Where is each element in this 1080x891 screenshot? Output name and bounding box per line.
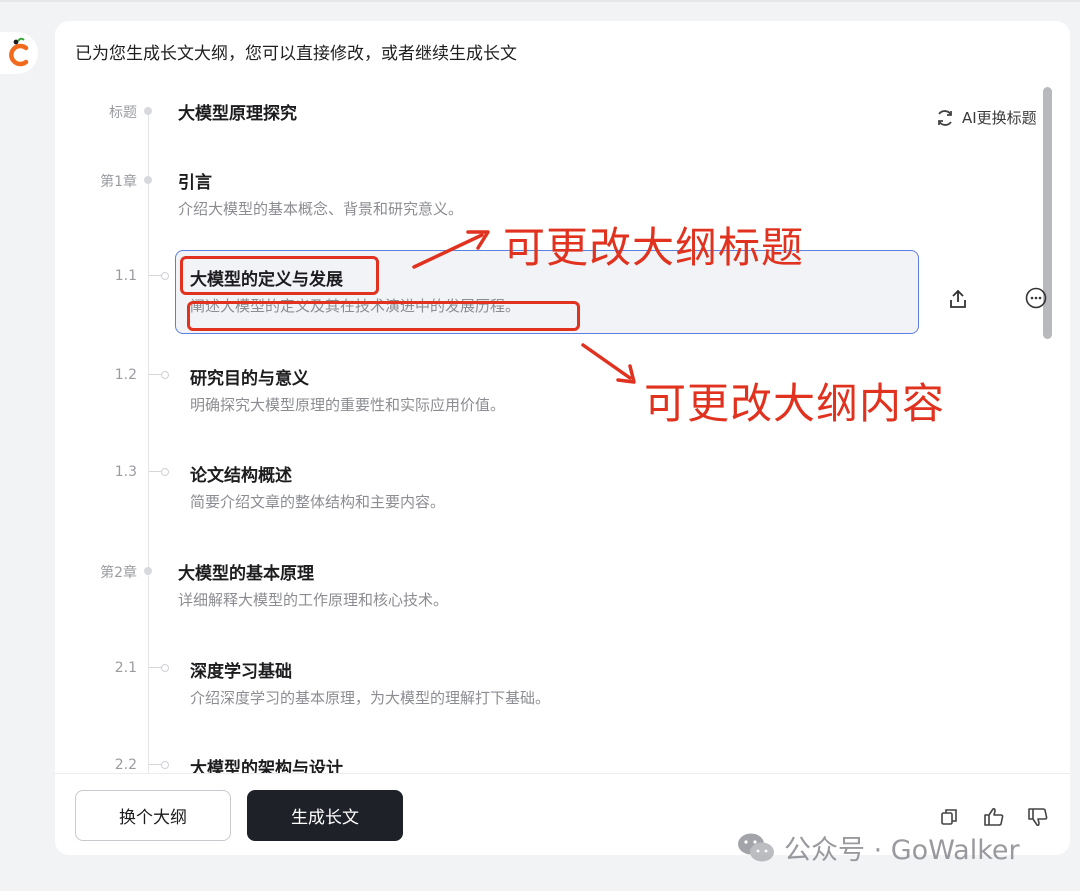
timeline-hook bbox=[149, 468, 169, 476]
outline-item-desc[interactable]: 明确探究大模型原理的重要性和实际应用价值。 bbox=[190, 394, 505, 415]
outline-item-desc[interactable]: 详细解释大模型的工作原理和核心技术。 bbox=[178, 589, 448, 610]
outline-item-title[interactable]: 大模型的基本原理 bbox=[178, 559, 314, 584]
outline-timeline bbox=[148, 107, 149, 777]
more-options-button[interactable] bbox=[1025, 287, 1047, 313]
timeline-hook bbox=[149, 761, 169, 769]
timeline-dot bbox=[144, 176, 152, 184]
timeline-hook bbox=[149, 272, 169, 280]
outline-item-label: 2.1 bbox=[114, 660, 137, 676]
page-top-divider bbox=[0, 0, 1080, 2]
share-button[interactable] bbox=[947, 288, 969, 314]
title-annotation-text: 可更改大纲标题 bbox=[503, 223, 805, 272]
outline-item-desc[interactable]: 简要介绍文章的整体结构和主要内容。 bbox=[190, 491, 445, 512]
content-highlight-box bbox=[187, 301, 580, 331]
content-annotation-text: 可更改大纲内容 bbox=[644, 379, 946, 428]
change-outline-button[interactable]: 换个大纲 bbox=[75, 790, 231, 841]
timeline-hook bbox=[149, 371, 169, 379]
timeline-dot bbox=[144, 107, 152, 115]
outline-item-title[interactable]: 深度学习基础 bbox=[190, 657, 292, 682]
thumbs-down-icon bbox=[1028, 808, 1048, 827]
intro-message: 已为您生成长文大纲，您可以直接修改，或者继续生成长文 bbox=[75, 44, 517, 64]
watermark: 公众号 · GoWalker bbox=[736, 828, 1020, 867]
outline-item-label: 第1章 bbox=[100, 174, 137, 190]
outline-title-text[interactable]: 大模型原理探究 bbox=[178, 99, 297, 124]
outline-item-label: 1.3 bbox=[114, 464, 137, 480]
more-icon bbox=[1025, 287, 1047, 309]
copy-icon bbox=[941, 809, 957, 825]
bot-avatar bbox=[0, 32, 38, 74]
watermark-text: 公众号 · GoWalker bbox=[784, 835, 1020, 866]
outline-item-label: 1.2 bbox=[114, 367, 137, 383]
share-icon bbox=[950, 289, 966, 308]
outline-item-label: 1.1 bbox=[114, 268, 137, 284]
generate-article-button[interactable]: 生成长文 bbox=[247, 790, 403, 841]
ai-change-title-button[interactable]: AI更换标题 bbox=[935, 107, 1037, 128]
outline-item-label: 2.2 bbox=[114, 757, 137, 773]
outline-item-title[interactable]: 引言 bbox=[178, 168, 212, 193]
refresh-icon bbox=[938, 109, 952, 126]
assistant-logo-icon bbox=[9, 37, 29, 67]
outline-item-title[interactable]: 论文结构概述 bbox=[190, 461, 292, 486]
outline-item-desc[interactable]: 介绍大模型的基本概念、背景和研究意义。 bbox=[178, 198, 463, 219]
thumbs-down-button[interactable] bbox=[1027, 807, 1049, 831]
thumbs-up-icon bbox=[984, 807, 1004, 826]
title-highlight-box bbox=[180, 256, 379, 295]
ai-change-title-label: AI更换标题 bbox=[962, 109, 1037, 127]
timeline-dot bbox=[144, 567, 152, 575]
outline-title-label: 标题 bbox=[109, 105, 137, 121]
outline-item-desc[interactable]: 介绍深度学习的基本原理，为大模型的理解打下基础。 bbox=[190, 687, 550, 708]
outline-item-title[interactable]: 研究目的与意义 bbox=[190, 364, 309, 389]
outline-item-label: 第2章 bbox=[100, 565, 137, 581]
timeline-hook bbox=[149, 664, 169, 672]
outline-card: 已为您生成长文大纲，您可以直接修改，或者继续生成长文 AI更换标题 标题 大模型… bbox=[55, 21, 1070, 855]
wechat-icon bbox=[738, 833, 774, 861]
